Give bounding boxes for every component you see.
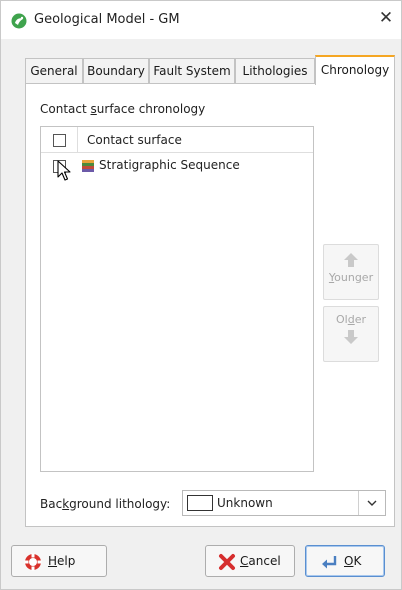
- background-lithology-select[interactable]: Unknown: [182, 490, 386, 516]
- contact-surface-chronology-label: Contact surface chronology: [40, 102, 206, 116]
- arrow-down-icon: [344, 330, 358, 344]
- contact-surface-list[interactable]: Contact surface Stratigraphic Sequence: [40, 126, 314, 472]
- mouse-pointer-icon: [57, 160, 71, 181]
- dialog-body: General Boundary Fault System Lithologie…: [1, 39, 401, 589]
- tab-general[interactable]: General: [25, 58, 83, 84]
- title-bar[interactable]: Geological Model - GM ✕: [1, 1, 401, 39]
- background-lithology-label: Background lithology:: [40, 497, 171, 511]
- window-title: Geological Model - GM: [34, 12, 180, 27]
- list-item[interactable]: Stratigraphic Sequence: [41, 155, 313, 181]
- background-lithology-value: Unknown: [217, 496, 273, 510]
- ok-button[interactable]: OK: [305, 545, 385, 577]
- tab-fault-system[interactable]: Fault System: [149, 58, 235, 84]
- older-button[interactable]: Older: [323, 306, 379, 362]
- cancel-icon: [219, 554, 235, 570]
- list-item-label: Stratigraphic Sequence: [99, 158, 240, 172]
- cancel-button[interactable]: Cancel: [205, 545, 295, 577]
- list-header: Contact surface: [41, 127, 313, 153]
- ok-icon: [322, 556, 337, 569]
- close-icon[interactable]: ✕: [377, 9, 395, 27]
- help-button[interactable]: Help: [11, 545, 107, 577]
- younger-button[interactable]: Younger: [323, 244, 379, 300]
- leapfrog-icon: [11, 13, 27, 29]
- dialog-window: Geological Model - GM ✕ General Boundary…: [0, 0, 402, 590]
- help-icon: [24, 553, 42, 571]
- chronology-panel: Contact surface chronology Contact surfa…: [25, 83, 395, 527]
- header-divider: [77, 127, 78, 153]
- lithology-color-swatch: [187, 495, 213, 511]
- tab-lithologies[interactable]: Lithologies: [235, 58, 315, 84]
- column-header-contact-surface[interactable]: Contact surface: [87, 133, 182, 147]
- chevron-down-icon[interactable]: [366, 497, 378, 509]
- arrow-up-icon: [344, 253, 358, 267]
- select-all-checkbox[interactable]: [53, 134, 66, 147]
- tab-boundary[interactable]: Boundary: [83, 58, 149, 84]
- stratigraphic-sequence-icon: [82, 160, 94, 172]
- dropdown-divider: [358, 491, 359, 515]
- tab-chronology[interactable]: Chronology: [315, 55, 395, 85]
